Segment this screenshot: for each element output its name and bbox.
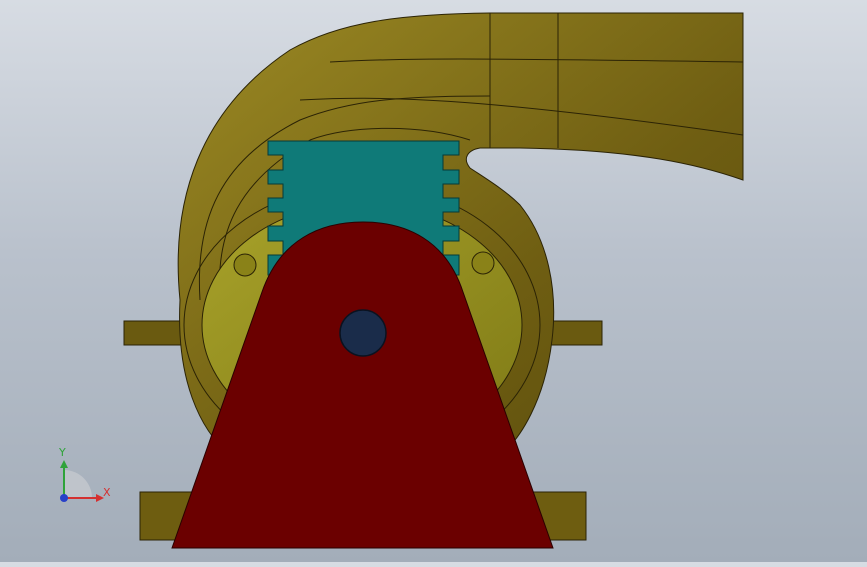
y-axis-label: Y (58, 446, 66, 459)
y-axis-arrow-icon (60, 460, 68, 468)
x-axis-label: X (103, 486, 111, 499)
model-canvas[interactable]: X Y (0, 0, 867, 562)
z-axis-icon (60, 494, 68, 502)
model-viewport[interactable]: X Y (0, 0, 867, 562)
shaft[interactable] (339, 309, 387, 357)
coordinate-triad: X Y (58, 446, 111, 502)
